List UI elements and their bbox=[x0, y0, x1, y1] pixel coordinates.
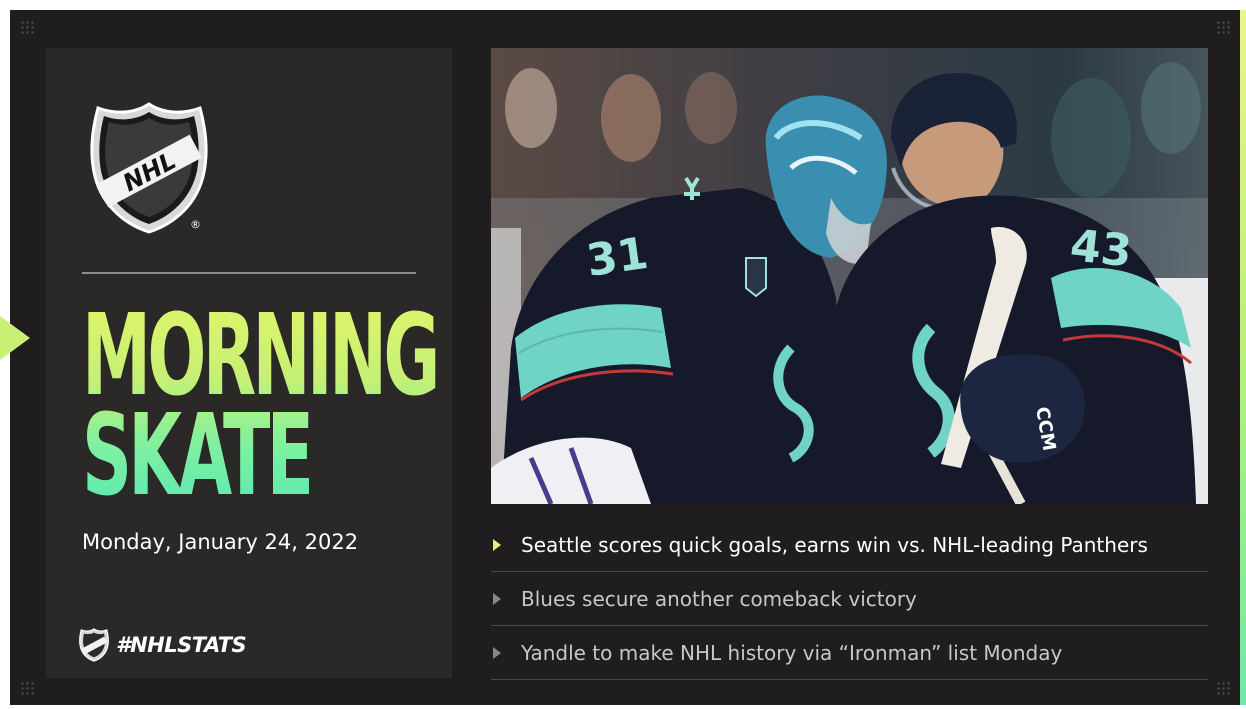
hero-photo: 31 43 CCM bbox=[491, 48, 1208, 504]
headline-item[interactable]: Seattle scores quick goals, earns win vs… bbox=[491, 518, 1208, 572]
nhl-shield-small-icon bbox=[79, 628, 109, 662]
triangle-bullet-icon bbox=[493, 592, 501, 605]
nhl-logo: NHL ® bbox=[86, 100, 212, 236]
title-line-2: SKATE bbox=[82, 391, 311, 521]
headline-text: Blues secure another comeback victory bbox=[521, 586, 917, 611]
page-title: MORNING SKATE bbox=[82, 306, 437, 506]
triangle-bullet-icon bbox=[493, 538, 501, 551]
headline-item[interactable]: Yandle to make NHL history via “Ironman”… bbox=[491, 626, 1208, 680]
corner-dots bbox=[20, 20, 34, 34]
headline-item[interactable]: Blues secure another comeback victory bbox=[491, 572, 1208, 626]
corner-dots bbox=[1216, 20, 1230, 34]
jersey-number-43: 43 bbox=[1068, 220, 1134, 277]
graphic-frame: NHL ® MORNING SKATE Monday, January 24, … bbox=[10, 10, 1240, 705]
registered-mark: ® bbox=[190, 218, 201, 231]
play-arrow-icon bbox=[0, 316, 30, 360]
date-label: Monday, January 24, 2022 bbox=[82, 530, 359, 554]
corner-dots bbox=[20, 681, 34, 695]
hashtag-text: #NHLSTATS bbox=[116, 633, 247, 657]
hockey-players-photo: 31 43 CCM bbox=[491, 48, 1208, 504]
jersey-number-31: 31 bbox=[583, 228, 651, 287]
headline-list: Seattle scores quick goals, earns win vs… bbox=[491, 518, 1208, 680]
headline-text: Yandle to make NHL history via “Ironman”… bbox=[521, 640, 1063, 665]
corner-dots bbox=[1216, 681, 1230, 695]
divider bbox=[82, 272, 416, 274]
headline-text: Seattle scores quick goals, earns win vs… bbox=[521, 532, 1148, 557]
hashtag-tag: #NHLSTATS bbox=[78, 628, 247, 662]
left-panel: NHL ® MORNING SKATE Monday, January 24, … bbox=[46, 48, 452, 678]
triangle-bullet-icon bbox=[493, 646, 501, 659]
accent-bar bbox=[1240, 10, 1246, 705]
nhl-shield-icon: NHL bbox=[90, 102, 208, 234]
